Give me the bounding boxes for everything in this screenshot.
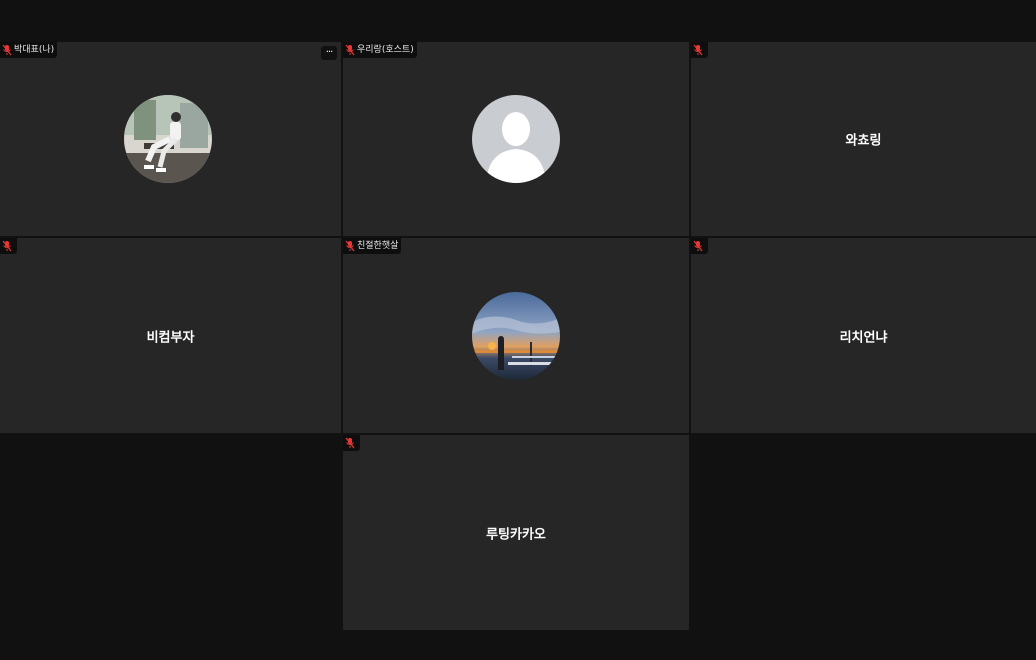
- participant-tag: 박대표(나): [0, 42, 58, 58]
- participant-name: 친절한햇살: [357, 241, 399, 251]
- mic-muted-icon: [693, 240, 703, 252]
- mic-muted-icon: [345, 437, 355, 449]
- profile-avatar: [472, 291, 560, 380]
- participant-display-name: 루팅카카오: [486, 527, 546, 542]
- participant-tile-6[interactable]: 리치언냐: [691, 238, 1036, 433]
- more-icon: ···: [325, 47, 333, 58]
- video-grid: 박대표(나) ··· 우리랑(호스트) 와쵸링 비컴부자 친절한햇살 리치언냐 …: [0, 0, 1036, 660]
- mic-muted-icon: [345, 44, 355, 56]
- participant-tag: [691, 238, 708, 254]
- participant-tile-1[interactable]: 박대표(나) ···: [0, 42, 341, 236]
- participant-tile-2[interactable]: 우리랑(호스트): [343, 42, 689, 236]
- participant-tag: 우리랑(호스트): [343, 42, 417, 58]
- participant-display-name: 리치언냐: [839, 330, 888, 345]
- participant-tile-3[interactable]: 와쵸링: [691, 42, 1036, 236]
- sunset-photo: [472, 291, 560, 380]
- participant-name: 우리랑(호스트): [357, 45, 414, 55]
- avatar-photo: [124, 95, 212, 183]
- participant-tag: [691, 42, 708, 58]
- participant-tile-5[interactable]: 친절한햇살: [343, 238, 689, 433]
- participant-tile-7[interactable]: 루팅카카오: [343, 435, 689, 630]
- participant-tag: [0, 238, 17, 254]
- default-avatar: [472, 95, 560, 183]
- participant-display-name: 비컴부자: [146, 330, 195, 345]
- participant-tag: 친절한햇살: [343, 238, 402, 254]
- participant-tile-4[interactable]: 비컴부자: [0, 238, 341, 433]
- participant-display-name: 와쵸링: [845, 133, 882, 149]
- participant-tag: [343, 435, 360, 451]
- participant-name: 박대표(나): [14, 45, 55, 55]
- mic-muted-icon: [2, 240, 12, 252]
- mic-muted-icon: [345, 240, 355, 252]
- mic-muted-icon: [693, 44, 703, 56]
- profile-avatar: [124, 95, 212, 183]
- mic-muted-icon: [2, 44, 12, 56]
- user-silhouette-icon: [472, 95, 560, 183]
- more-options-button[interactable]: ···: [321, 46, 337, 60]
